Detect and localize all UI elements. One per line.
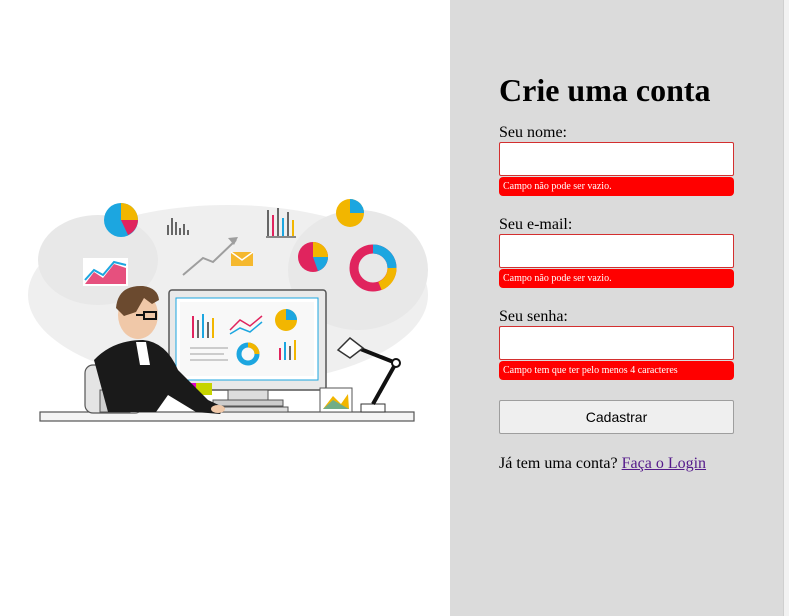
email-error-message: Campo não pode ser vazio. [499,269,734,288]
signup-form: Crie uma conta Seu nome: Campo não pode … [499,70,734,473]
email-field-group: Seu e-mail: Campo não pode ser vazio. [499,216,734,288]
password-error-message: Campo tem que ter pelo menos 4 caractere… [499,361,734,380]
login-prompt-text: Já tem uma conta? [499,455,618,472]
password-input[interactable] [499,326,734,360]
submit-button[interactable]: Cadastrar [499,400,734,434]
email-label: Seu e-mail: [499,216,573,233]
line-chart-icon [83,258,128,286]
email-input[interactable] [499,234,734,268]
name-error-message: Campo não pode ser vazio. [499,177,734,196]
password-field-group: Seu senha: Campo tem que ter pelo menos … [499,308,734,380]
password-label: Seu senha: [499,308,568,325]
name-field-group: Seu nome: Campo não pode ser vazio. [499,124,734,196]
name-input[interactable] [499,142,734,176]
pie-chart-icon [104,203,138,237]
illustration-panel [0,0,450,616]
login-prompt-line: Já tem uma conta? Faça o Login [499,455,734,473]
pie-chart-icon [298,242,328,272]
pie-chart-icon [336,199,364,227]
page-title: Crie uma conta [499,72,711,108]
name-label: Seu nome: [499,124,567,141]
login-link[interactable]: Faça o Login [622,455,706,472]
signup-panel: Crie uma conta Seu nome: Campo não pode … [450,0,783,616]
scrollbar[interactable] [783,0,789,616]
data-analyst-illustration [28,199,428,422]
